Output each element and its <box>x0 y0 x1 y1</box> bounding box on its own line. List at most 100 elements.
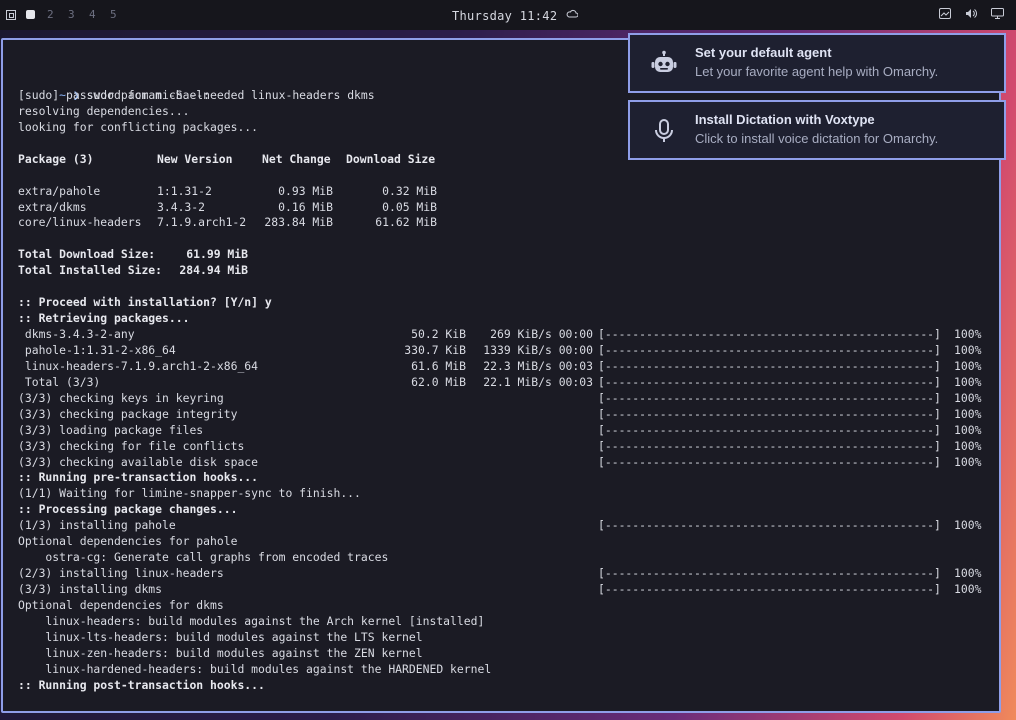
workspace-4[interactable]: 4 <box>89 8 110 21</box>
terminal-cell: resolving dependencies... <box>18 103 190 118</box>
notification-title: Install Dictation with Voxtype <box>695 112 875 127</box>
terminal-line: dkms-3.4.3-2-any 50.2 KiB 269 KiB/s 00:00 [… <box>18 327 988 343</box>
terminal-line: :: Running pre-transaction hooks... <box>18 470 988 486</box>
terminal-cell: :: Retrieving packages... <box>18 311 190 326</box>
terminal-cell: Download Size <box>346 151 436 166</box>
notification-body: Click to install voice dictation for Oma… <box>695 131 939 146</box>
terminal-cell: 269 KiB/s 00:00 <box>490 327 593 341</box>
terminal-cell: [---------------------------------------… <box>598 422 941 437</box>
terminal-line: linux-zen-headers: build modules against… <box>18 646 988 662</box>
terminal-cell: [---------------------------------------… <box>598 518 941 533</box>
terminal-cell: 284.94 MiB <box>179 263 248 278</box>
terminal-cell: linux-headers-7.1.9.arch1-2-x86_64 <box>18 358 259 373</box>
terminal-cell: 1:1.31-2 <box>157 183 212 198</box>
terminal-cell: [---------------------------------------… <box>598 374 941 389</box>
workspace-switcher: 2 3 4 5 <box>6 8 131 21</box>
terminal-cell: dkms-3.4.3-2-any <box>18 327 135 341</box>
terminal-output: ~ ❯ sudo pacman -S --needed linux-header… <box>18 72 988 694</box>
terminal-cell: (3/3) installing dkms <box>18 582 163 596</box>
terminal-line: :: Retrieving packages... <box>18 311 988 327</box>
terminal-cell: :: Proceed with installation? [Y/n] y <box>18 295 272 310</box>
terminal-cell: :: Processing package changes... <box>18 502 238 517</box>
terminal-cell: 61.62 MiB <box>375 215 437 230</box>
terminal-cell: 100% <box>954 358 982 373</box>
terminal-cell: Total Download Size: <box>18 247 156 262</box>
terminal-cell: (3/3) loading package files <box>18 422 204 437</box>
terminal-cell: (3/3) checking package integrity <box>18 406 238 421</box>
system-tray <box>939 8 1004 19</box>
terminal-cell: [sudo] password for michael: <box>18 87 211 102</box>
terminal-cell: linux-hardened-headers: build modules ag… <box>18 661 492 676</box>
terminal-cell: linux-headers: build modules against the… <box>18 613 485 628</box>
terminal-line: extra/dkms 3.4.3-2 0.16 MiB 0.05 MiB <box>18 200 988 216</box>
microphone-icon <box>655 119 673 142</box>
terminal-line: Total (3/3) 62.0 MiB 22.1 MiB/s 00:03 [----… <box>18 375 988 391</box>
terminal-cell: looking for conflicting packages... <box>18 119 259 134</box>
terminal-line: (3/3) checking package integrity [-------… <box>18 407 988 423</box>
terminal-cell: [---------------------------------------… <box>598 390 941 405</box>
terminal-cell: [---------------------------------------… <box>598 438 941 453</box>
terminal-cell: 100% <box>954 406 982 421</box>
clock[interactable]: Thursday 11:42 <box>452 9 557 23</box>
terminal-cell: (3/3) checking keys in keyring <box>18 390 224 405</box>
terminal-cell: 61.6 MiB <box>411 358 466 373</box>
terminal-cell: 0.93 MiB <box>278 183 333 198</box>
terminal-cell: 100% <box>954 390 982 405</box>
terminal-line: (2/3) installing linux-headers [---------… <box>18 566 988 582</box>
terminal-line: pahole-1:1.31-2-x86_64 330.7 KiB 1339 KiB/… <box>18 343 988 359</box>
terminal-line: (1/1) Waiting for limine-snapper-sync to… <box>18 486 988 502</box>
terminal-line: :: Processing package changes... <box>18 502 988 518</box>
app-launcher-icon[interactable] <box>6 9 16 20</box>
terminal-line: Total Download Size: 61.99 MiB <box>18 247 988 263</box>
terminal-cell: Total (3/3) <box>18 374 101 389</box>
terminal-cell: (3/3) checking available disk space <box>18 454 259 469</box>
terminal-cell: extra/dkms <box>18 199 87 214</box>
terminal-line: linux-headers: build modules against the… <box>18 614 988 630</box>
terminal-cell: 50.2 KiB <box>411 327 466 341</box>
terminal-cell: 283.84 MiB <box>264 215 333 230</box>
screen-record-icon[interactable] <box>939 8 951 19</box>
terminal-cell: (1/1) Waiting for limine-snapper-sync to… <box>18 486 361 501</box>
terminal-cell: :: Running pre-transaction hooks... <box>18 470 259 485</box>
workspace-1-active[interactable] <box>26 10 35 19</box>
terminal-cell: 100% <box>954 422 982 437</box>
terminal-line: (3/3) installing dkms [------------------… <box>18 582 988 598</box>
robot-icon <box>651 50 677 72</box>
terminal-cell: New Version <box>157 151 233 166</box>
terminal-cell: (2/3) installing linux-headers <box>18 566 224 581</box>
workspace-3[interactable]: 3 <box>68 8 89 21</box>
terminal-cell: Total Installed Size: <box>18 263 163 278</box>
workspace-2[interactable]: 2 <box>47 8 68 21</box>
volume-icon[interactable] <box>965 8 977 19</box>
terminal-cell: Net Change <box>262 151 331 166</box>
terminal-cell: 330.7 KiB <box>404 342 466 357</box>
terminal-cell: core/linux-headers <box>18 215 142 230</box>
terminal-cell: (3/3) checking for file conflicts <box>18 438 245 453</box>
workspace-5[interactable]: 5 <box>110 8 131 21</box>
terminal-cell: Optional dependencies for pahole <box>18 534 238 549</box>
terminal-line: Optional dependencies for dkms <box>18 598 988 614</box>
notification-voxtype[interactable]: Install Dictation with Voxtype Click to … <box>628 100 1006 160</box>
notification-default-agent[interactable]: Set your default agent Let your favorite… <box>628 33 1006 93</box>
terminal-cell: :: Running post-transaction hooks... <box>18 677 265 692</box>
terminal-line: (3/3) checking available disk space [----… <box>18 455 988 471</box>
terminal-cell: [---------------------------------------… <box>598 454 941 469</box>
terminal-line: (1/3) installing pahole [----------------… <box>18 518 988 534</box>
terminal-cell: 100% <box>954 566 982 581</box>
terminal-cell: [---------------------------------------… <box>598 406 941 421</box>
notification-title: Set your default agent <box>695 45 832 60</box>
terminal-cell: 0.05 MiB <box>382 199 437 214</box>
terminal-line: Optional dependencies for pahole <box>18 534 988 550</box>
terminal-cell: [---------------------------------------… <box>598 566 941 581</box>
terminal-cell: 100% <box>954 518 982 533</box>
terminal-line: (3/3) checking keys in keyring [---------… <box>18 391 988 407</box>
terminal-cell: 100% <box>954 327 982 341</box>
terminal-line: linux-hardened-headers: build modules ag… <box>18 662 988 678</box>
terminal-cell: 62.0 MiB <box>411 374 466 389</box>
terminal-line: Total Installed Size: 284.94 MiB <box>18 263 988 279</box>
display-icon[interactable] <box>991 8 1004 19</box>
terminal-cell: Package (3) <box>18 151 94 166</box>
terminal-cell: (1/3) installing pahole <box>18 518 176 533</box>
